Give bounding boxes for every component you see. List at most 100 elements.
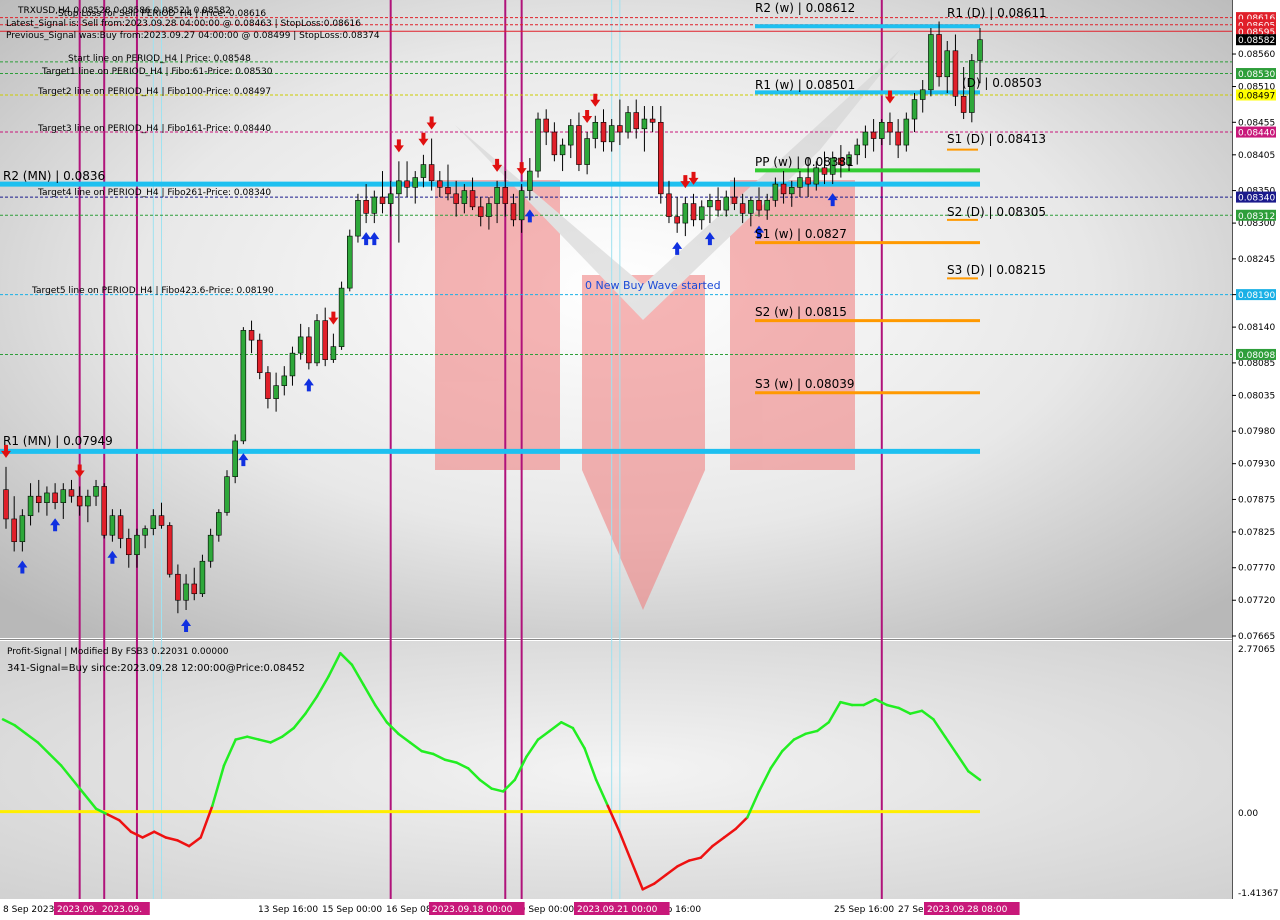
candle-body (928, 34, 934, 91)
candle-body (780, 183, 787, 195)
candle-body (527, 170, 533, 191)
time-tag-label: 2023.09. (102, 905, 142, 915)
price-tag-label: 0.08098 (1238, 351, 1275, 361)
candle-body (510, 203, 517, 221)
candle-body (412, 177, 418, 188)
candle-body (224, 476, 230, 513)
target1-label: Target1 line on PERIOD_H4 | Fibo:61-Pric… (41, 67, 273, 77)
candle-body (109, 515, 116, 536)
price-tick-label: 0.07720 (1238, 596, 1275, 606)
candle-body (641, 118, 648, 130)
candle-body (314, 320, 320, 364)
candle-body (772, 183, 779, 201)
candle-body (396, 180, 402, 195)
candle-body (158, 515, 165, 526)
price-tick-label: 0.07825 (1238, 528, 1275, 538)
candle-body (731, 196, 738, 204)
candle-body (715, 200, 721, 211)
s2-d-label: S2 (D) | 0.08305 (947, 205, 1046, 219)
candle-body (870, 131, 877, 139)
candle-body (330, 346, 337, 360)
candle (224, 470, 230, 516)
candle-body (944, 50, 951, 78)
candle-body (707, 200, 713, 208)
candle (232, 434, 238, 484)
candle-body (60, 489, 67, 503)
candle-body (265, 372, 271, 399)
candle-body (911, 99, 918, 120)
candle-body (256, 339, 263, 373)
candle-body (183, 583, 189, 601)
s3-w-label: S3 (w) | 0.08039 (755, 377, 855, 391)
candle-body (248, 330, 255, 341)
candle-body (535, 118, 541, 172)
candle-body (338, 287, 345, 347)
candle-body (363, 200, 369, 214)
candle-body (649, 118, 656, 123)
candle-body (756, 200, 762, 211)
candle-body (27, 495, 34, 517)
candle-body (85, 495, 91, 507)
candle-body (862, 131, 869, 146)
price-tag-label: 0.08440 (1238, 129, 1275, 139)
candle-body (387, 193, 394, 204)
candle-body (379, 196, 386, 204)
candle-body (142, 528, 148, 536)
candle-body (698, 206, 705, 221)
candle-body (404, 180, 410, 188)
r1-d-label: R1 (D) | 0.08611 (947, 6, 1047, 20)
candle-body (592, 121, 599, 139)
time-tag-label: 2023.09.28 08:00 (927, 905, 1008, 915)
candle-body (306, 336, 312, 364)
candle-body (658, 121, 664, 195)
candle (347, 229, 353, 292)
indicator-title: Profit-Signal | Modified By FSB3 0.22031… (7, 647, 229, 657)
candle-body (625, 112, 631, 133)
price-tick-label: 0.08560 (1238, 50, 1275, 60)
candle-body (568, 125, 574, 146)
previous-signal-text: Previous_Signal was:Buy from:2023.09.27 … (6, 31, 380, 41)
candle-body (666, 193, 672, 217)
price-tag-label: 0.08582 (1238, 36, 1275, 46)
candle (355, 193, 361, 243)
candle-body (690, 203, 697, 221)
r1-mn-label: R1 (MN) | 0.07949 (3, 434, 113, 448)
candle-body (477, 206, 484, 217)
candle-body (289, 352, 296, 377)
time-tick-label: 8 Sep 2023 (3, 905, 54, 915)
candle-body (543, 118, 549, 133)
r2-w-label: R2 (w) | 0.08612 (755, 1, 855, 15)
candle (338, 281, 345, 350)
candle-body (371, 196, 378, 214)
price-tick-label: 0.07770 (1238, 564, 1275, 574)
candle-body (453, 193, 459, 204)
candle-body (764, 200, 770, 211)
candle-body (232, 440, 238, 477)
candle-body (355, 200, 361, 237)
latest-signal-text: Latest_Signal is: Sell from:2023.09.28 0… (6, 19, 361, 29)
indicator-axis-zero: 0.00 (1238, 809, 1258, 819)
candle-body (11, 518, 17, 543)
target3-label: Target3 line on PERIOD_H4 | Fibo161-Pric… (37, 124, 271, 134)
candle-body (805, 177, 811, 185)
candle-body (445, 187, 451, 195)
candle-body (936, 34, 942, 78)
price-tick-label: 0.08035 (1238, 391, 1275, 401)
time-tag-label: 2023.09.18 00:00 (432, 905, 513, 915)
candle-body (903, 118, 910, 146)
candle-body (240, 330, 247, 442)
candle-body (486, 203, 492, 217)
candle-body (166, 525, 173, 575)
time-tag-label: 2023.09. (57, 905, 97, 915)
candle-body (117, 515, 124, 539)
candle-body (739, 203, 746, 214)
candle-body (887, 121, 893, 133)
candle-body (895, 131, 901, 146)
candle-body (175, 573, 181, 601)
trading-chart[interactable]: TRXUSD,H4 0.08528 0.08586 0.08521 0.0858… (0, 0, 1280, 920)
indicator-panel-bg (0, 641, 1232, 899)
candle (240, 327, 247, 445)
wave-label: 0 New Buy Wave started (585, 279, 721, 292)
r2-mn-label: R2 (MN) | 0.0836 (3, 169, 105, 183)
candle-body (101, 486, 107, 536)
